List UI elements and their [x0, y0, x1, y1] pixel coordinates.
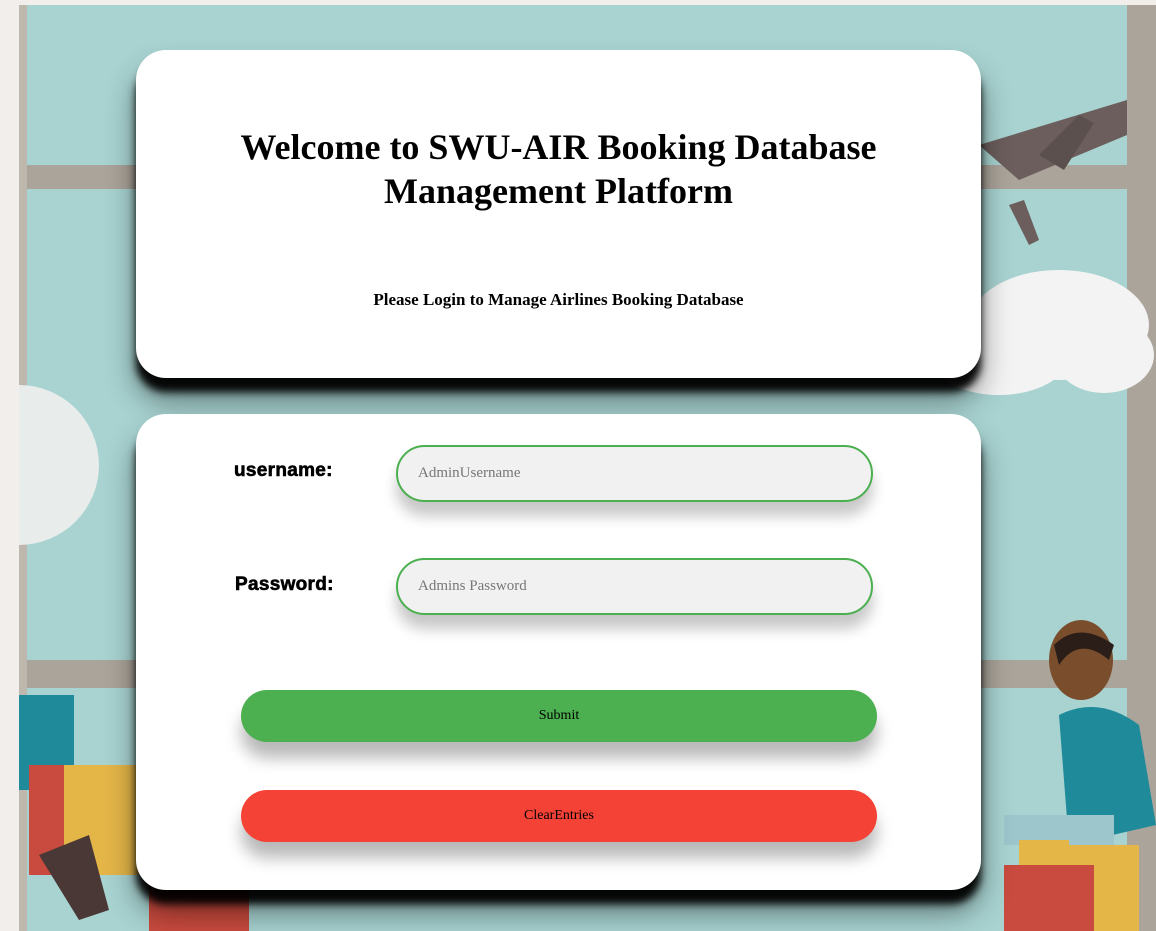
- page-subtitle: Please Login to Manage Airlines Booking …: [373, 290, 744, 309]
- password-label: Password:: [235, 574, 334, 596]
- clear-entries-button[interactable]: ClearEntries: [241, 790, 877, 842]
- page-title: Welcome to SWU-AIR Booking Database Mana…: [240, 127, 877, 211]
- submit-button[interactable]: Submit: [241, 690, 877, 742]
- username-input[interactable]: [396, 445, 873, 502]
- login-form-card: username: Password: Submit ClearEntries: [136, 414, 981, 890]
- welcome-card: Welcome to SWU-AIR Booking Database Mana…: [136, 50, 981, 378]
- username-label: username:: [234, 460, 333, 482]
- password-input[interactable]: [396, 558, 873, 615]
